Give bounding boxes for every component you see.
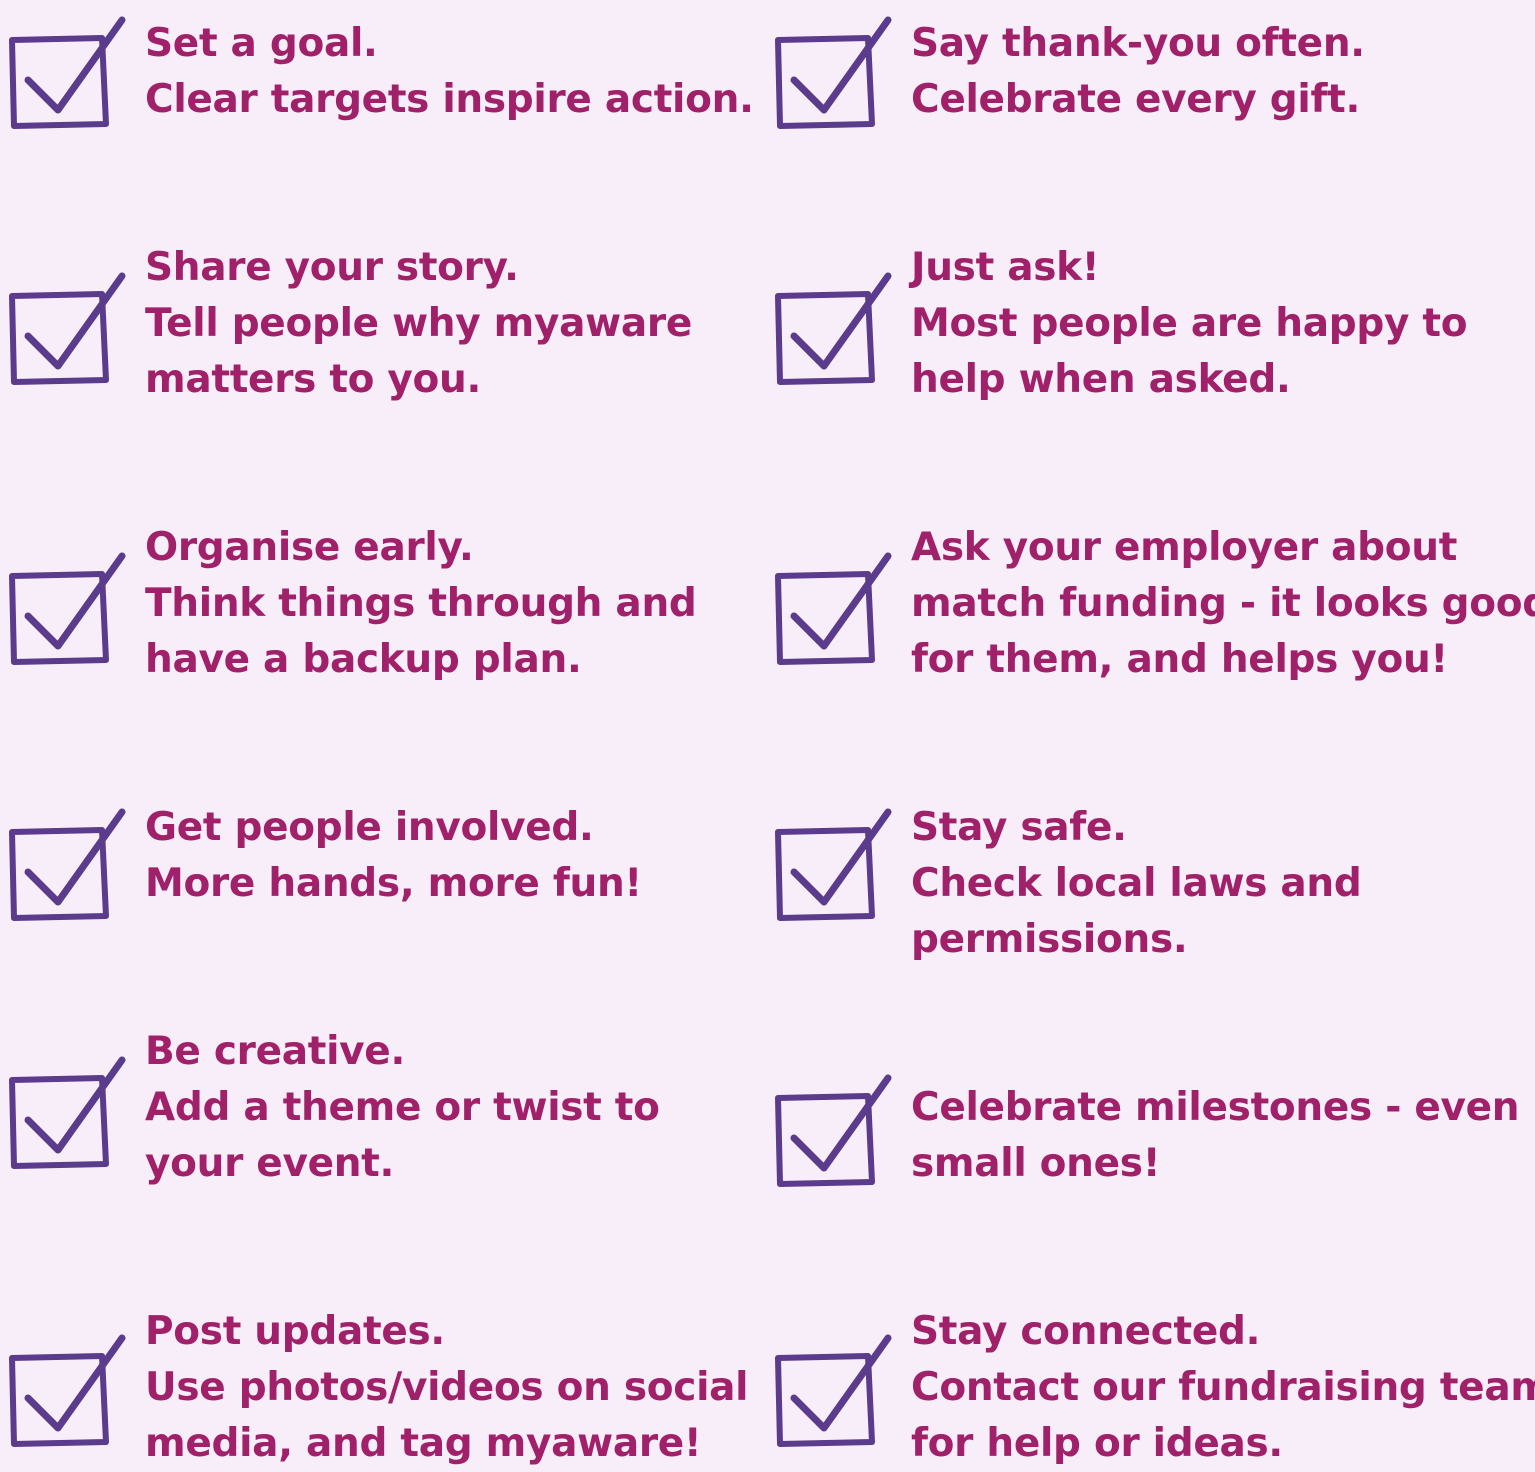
tip-line: Clear targets inspire action.	[145, 77, 754, 122]
checkbox-checked-icon	[766, 802, 896, 922]
checkbox-checked-icon	[0, 802, 130, 922]
tip-text: Share your story. Tell people why myawar…	[145, 240, 692, 408]
tip-line: Add a theme or twist to	[145, 1085, 660, 1130]
tip-line: media, and tag myaware!	[145, 1421, 702, 1466]
tip-line: Stay connected.	[911, 1309, 1261, 1354]
tip-text: Post updates. Use photos/videos on socia…	[145, 1304, 749, 1472]
tip-line: Tell people why myaware	[145, 301, 692, 346]
tip-line: Use photos/videos on social	[145, 1365, 749, 1410]
tip-line: More hands, more fun!	[145, 861, 642, 906]
tip-text: Stay connected. Contact our fundraising …	[911, 1304, 1535, 1472]
tip-text: Stay safe. Check local laws and permissi…	[911, 800, 1362, 968]
checkbox-checked-icon	[0, 546, 130, 666]
checkbox-checked-icon	[766, 266, 896, 386]
tip-line: Celebrate milestones - even	[911, 1085, 1520, 1130]
tip-text: Organise early. Think things through and…	[145, 520, 697, 688]
tip-line: Say thank-you often.	[911, 21, 1365, 66]
tip-line: your event.	[145, 1141, 395, 1186]
tip-line: Celebrate every gift.	[911, 77, 1360, 122]
tip-line: for them, and helps you!	[911, 637, 1448, 682]
tip-line: Share your story.	[145, 245, 519, 290]
checkbox-checked-icon	[766, 10, 896, 130]
checkbox-checked-icon	[0, 1050, 130, 1170]
checkbox-checked-icon	[0, 10, 130, 130]
tip-line: Post updates.	[145, 1309, 445, 1354]
tip-line: Organise early.	[145, 525, 474, 570]
tip-text: Set a goal. Clear targets inspire action…	[145, 16, 754, 128]
tip-text: Be creative. Add a theme or twist to you…	[145, 1024, 660, 1192]
tip-line: Most people are happy to	[911, 301, 1468, 346]
tip-line: Get people involved.	[145, 805, 594, 850]
tip-text: Get people involved. More hands, more fu…	[145, 800, 642, 912]
checkbox-checked-icon	[0, 266, 130, 386]
tip-line: match funding - it looks good	[911, 581, 1535, 626]
tip-text: Just ask! Most people are happy to help …	[911, 240, 1468, 408]
tip-line: Check local laws and	[911, 861, 1362, 906]
tip-text: Say thank-you often. Celebrate every gif…	[911, 16, 1365, 128]
tip-line: small ones!	[911, 1141, 1161, 1186]
tip-text: Celebrate milestones - even small ones!	[911, 1080, 1520, 1192]
tip-line: help when asked.	[911, 357, 1291, 402]
tip-line: Contact our fundraising team	[911, 1365, 1535, 1410]
tip-line: matters to you.	[145, 357, 482, 402]
tip-line: Stay safe.	[911, 805, 1127, 850]
tip-line: Just ask!	[911, 245, 1100, 290]
checkbox-checked-icon	[766, 1328, 896, 1448]
tip-line: Think things through and	[145, 581, 697, 626]
checkbox-checked-icon	[766, 546, 896, 666]
tip-line: Set a goal.	[145, 21, 378, 66]
checkbox-checked-icon	[0, 1328, 130, 1448]
tip-text: Ask your employer about match funding - …	[911, 520, 1535, 688]
tip-line: have a backup plan.	[145, 637, 582, 682]
checkbox-checked-icon	[766, 1068, 896, 1188]
tip-line: for help or ideas.	[911, 1421, 1283, 1466]
tip-line: permissions.	[911, 917, 1188, 962]
tip-line: Ask your employer about	[911, 525, 1458, 570]
tip-line: Be creative.	[145, 1029, 405, 1074]
